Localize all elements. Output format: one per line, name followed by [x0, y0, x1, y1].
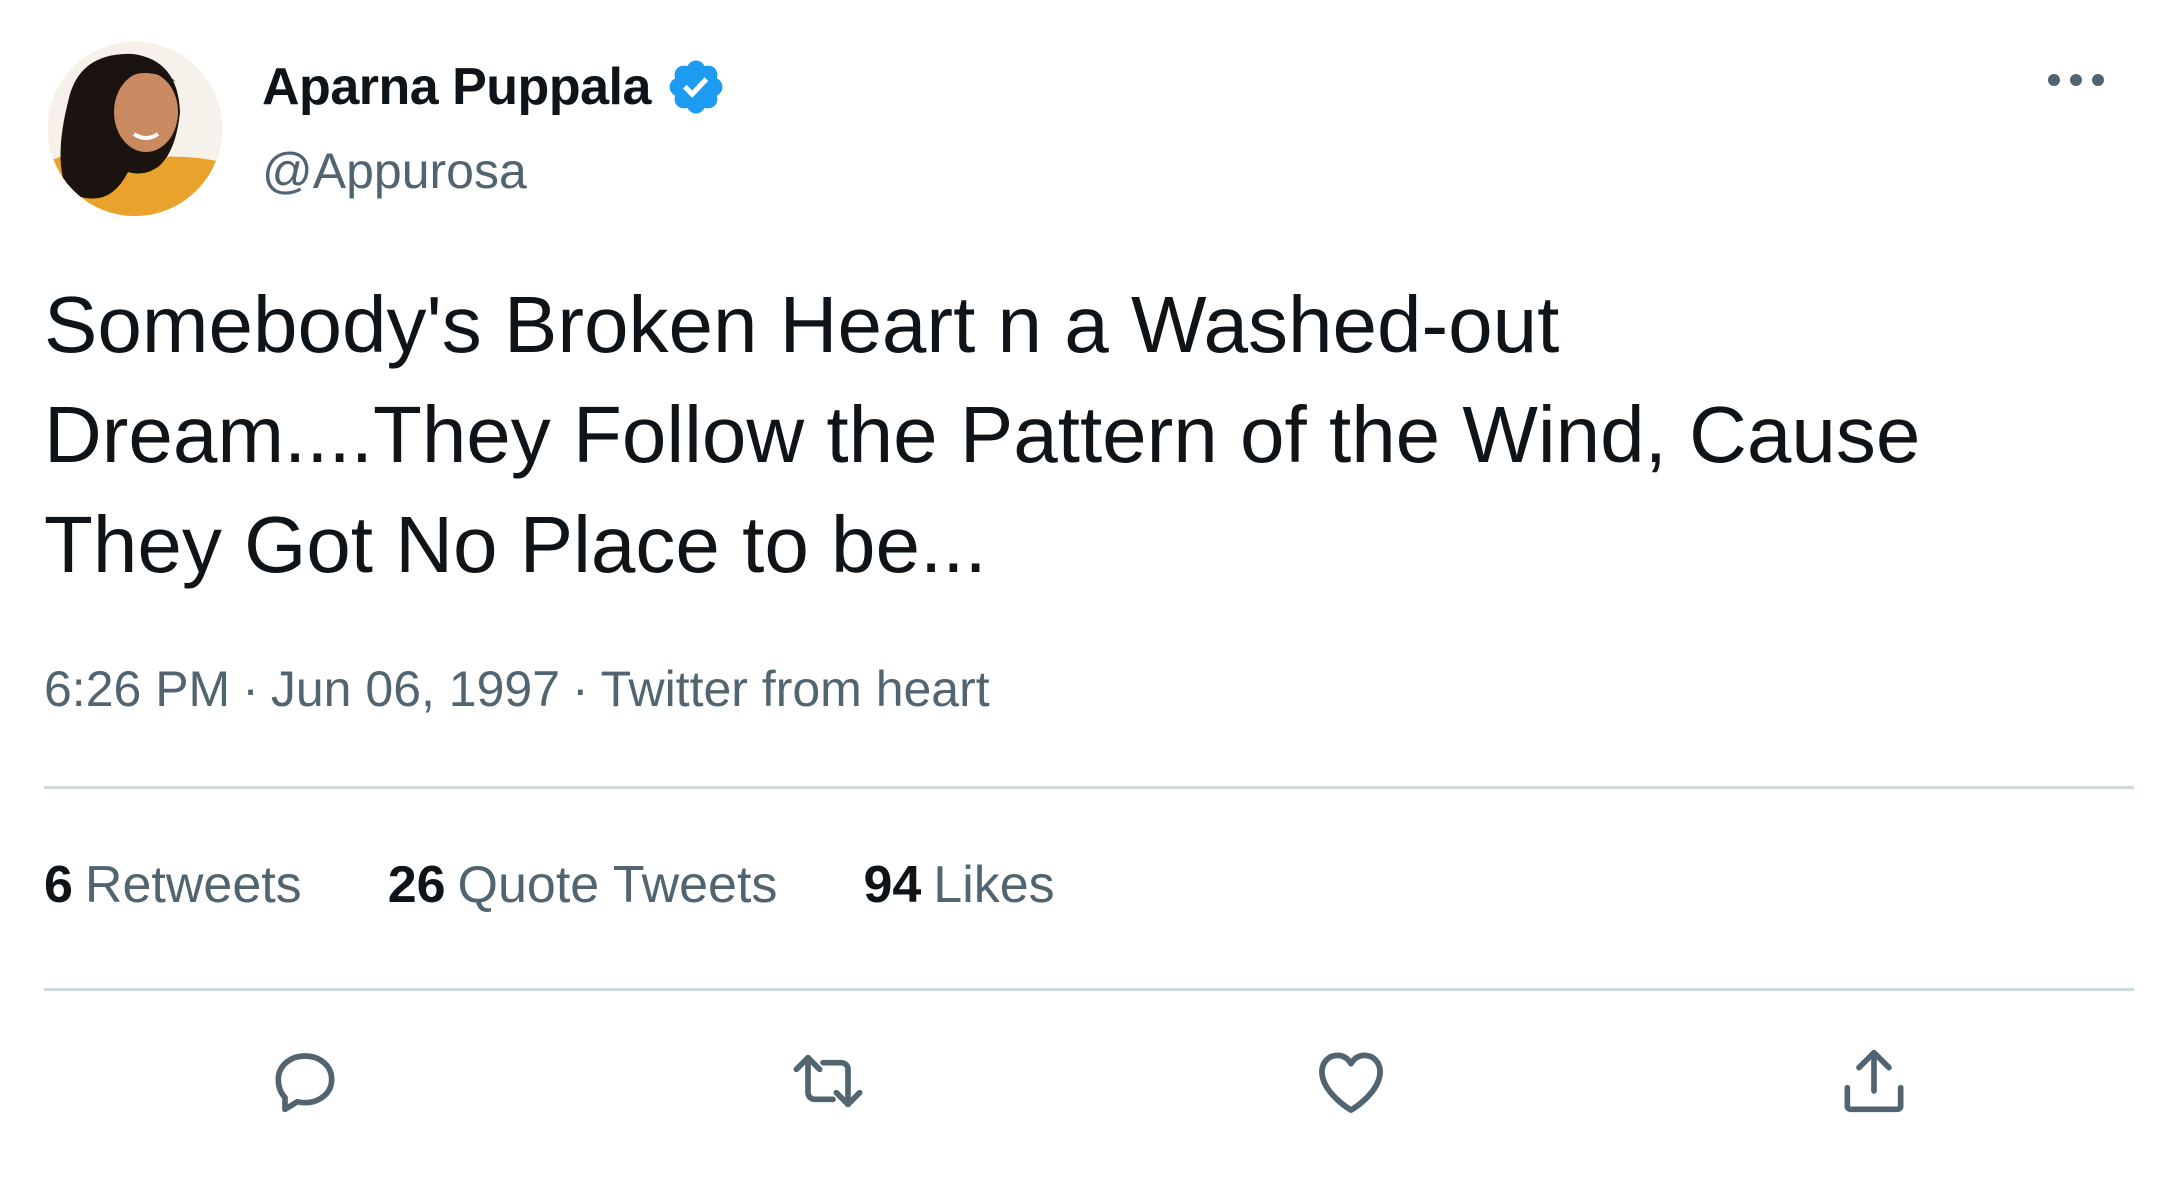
- retweets-label: Retweets: [84, 856, 302, 914]
- divider-bottom: [44, 988, 2134, 991]
- quote-tweets-label: Quote Tweets: [457, 856, 778, 914]
- divider-top: [44, 786, 2134, 789]
- action-bar: [0, 1036, 2164, 1126]
- tweet-metadata: 6:26 PM · Jun 06, 1997 · Twitter from heart: [44, 660, 990, 718]
- share-icon[interactable]: [1829, 1036, 1919, 1126]
- tweet-source[interactable]: Twitter from heart: [601, 661, 990, 717]
- more-options-icon[interactable]: [2036, 56, 2116, 104]
- quote-tweets-stat[interactable]: 26 Quote Tweets: [388, 855, 778, 915]
- meta-separator: ·: [242, 661, 259, 717]
- reply-icon[interactable]: [260, 1036, 350, 1126]
- meta-separator: ·: [572, 661, 589, 717]
- author-display-name[interactable]: Aparna Puppala: [262, 56, 727, 118]
- tweet-date[interactable]: Jun 06, 1997: [271, 661, 560, 717]
- tweet-text-line: Somebody's Broken Heart n a Washed-out: [44, 280, 1560, 369]
- verified-badge-icon: [665, 56, 727, 118]
- quote-tweets-count: 26: [387, 856, 446, 914]
- likes-label: Likes: [933, 856, 1055, 914]
- tweet-text-line: They Got No Place to be...: [44, 500, 987, 589]
- tweet-time[interactable]: 6:26 PM: [44, 661, 230, 717]
- retweets-stat[interactable]: 6 Retweets: [44, 855, 302, 915]
- author-avatar[interactable]: [48, 42, 222, 216]
- likes-count: 94: [863, 856, 922, 914]
- author-name-text: Aparna Puppala: [262, 58, 651, 116]
- tweet-text: Somebody's Broken Heart n a Washed-out D…: [44, 270, 2104, 600]
- engagement-stats: 6 Retweets 26 Quote Tweets 94 Likes: [44, 855, 1141, 915]
- tweet-text-line: Dream....They Follow the Pattern of the …: [44, 390, 1921, 479]
- user-avatar-photo-icon: [48, 42, 222, 216]
- like-icon[interactable]: [1306, 1036, 1396, 1126]
- likes-stat[interactable]: 94 Likes: [863, 855, 1054, 915]
- retweet-icon[interactable]: [783, 1036, 873, 1126]
- tweet-detail: Aparna Puppala @Appurosa Somebody's Brok…: [0, 0, 2164, 1198]
- author-handle[interactable]: @Appurosa: [262, 142, 527, 200]
- retweets-count: 6: [44, 856, 73, 914]
